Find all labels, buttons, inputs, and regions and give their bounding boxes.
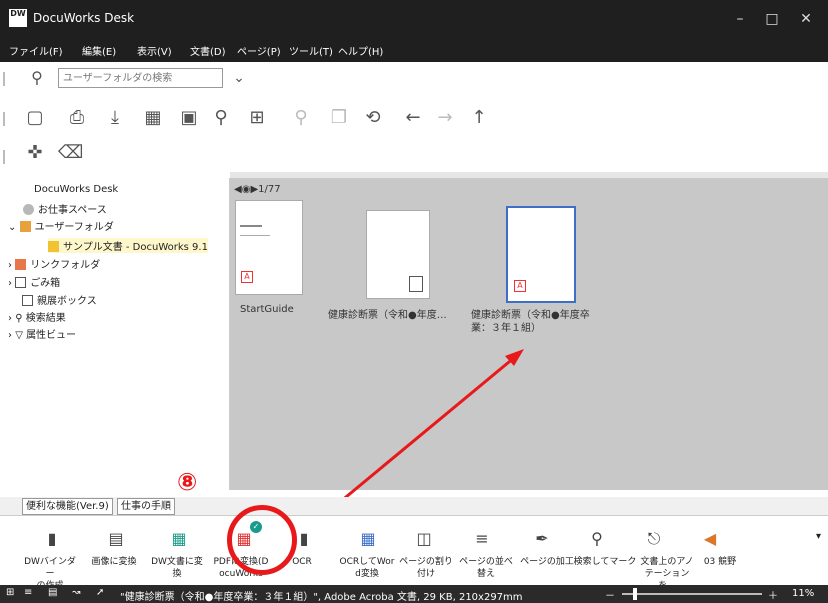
annotation-icon[interactable]: ⎋ [642,527,666,551]
annotation-number: ⑧ [177,468,198,496]
function-label: ページの割り 付け [399,557,453,579]
status-bar: ⊞ ≡ ▤ ↝ ➚ "健康診断票（令和●年度卒業：３年１組）", Adobe A… [0,585,828,603]
status-text: "健康診断票（令和●年度卒業：３年１組）", Adobe Acroba 文書, … [120,592,523,603]
highlight-circle [227,505,297,575]
page-sort-icon[interactable]: ≡ [470,527,494,551]
function-label: DW文書に変換 [151,557,203,579]
list-view-icon[interactable]: ≡ [24,587,32,598]
zoom-level: 11% [792,588,815,599]
page-assign-icon[interactable]: ◫ [412,527,436,551]
thumbnail-view-icon[interactable]: ⊞ [6,587,14,598]
tab-work-steps[interactable]: 仕事の手順 [117,498,175,515]
function-label: OCRしてWor d変換 [339,557,395,579]
image-convert-icon[interactable]: ▤ [104,527,128,551]
function-label: ページの加工 [520,557,574,567]
function-label: 画像に変換 [91,557,137,567]
link-icon[interactable]: ↝ [72,587,80,598]
folder-link-icon[interactable]: ◀ [698,527,722,551]
ocr-word-icon[interactable]: ▦ [356,527,380,551]
function-label: 03 競野 [703,557,737,567]
dw-convert-icon[interactable]: ▦ [167,527,191,551]
function-tabs: 便利な機能(Ver.9) 仕事の手順 [0,497,828,515]
function-label: ページの並べ 替え [459,557,513,579]
zoom-out-button[interactable]: － [605,587,615,602]
zoom-in-button[interactable]: ＋ [768,587,778,602]
page-edit-icon[interactable]: ✒ [530,527,554,551]
more-arrow-icon[interactable]: ▾ [816,531,821,542]
function-label: 検索してマーク [573,557,637,567]
tab-useful-functions[interactable]: 便利な機能(Ver.9) [22,498,113,515]
binder-icon[interactable]: ▮ [40,527,64,551]
zoom-slider[interactable] [622,593,762,595]
zoom-slider-thumb[interactable] [633,588,637,600]
detail-view-icon[interactable]: ▤ [48,587,57,598]
pin-icon[interactable]: ➚ [96,587,104,598]
search-mark-icon[interactable]: ⚲ [585,527,609,551]
